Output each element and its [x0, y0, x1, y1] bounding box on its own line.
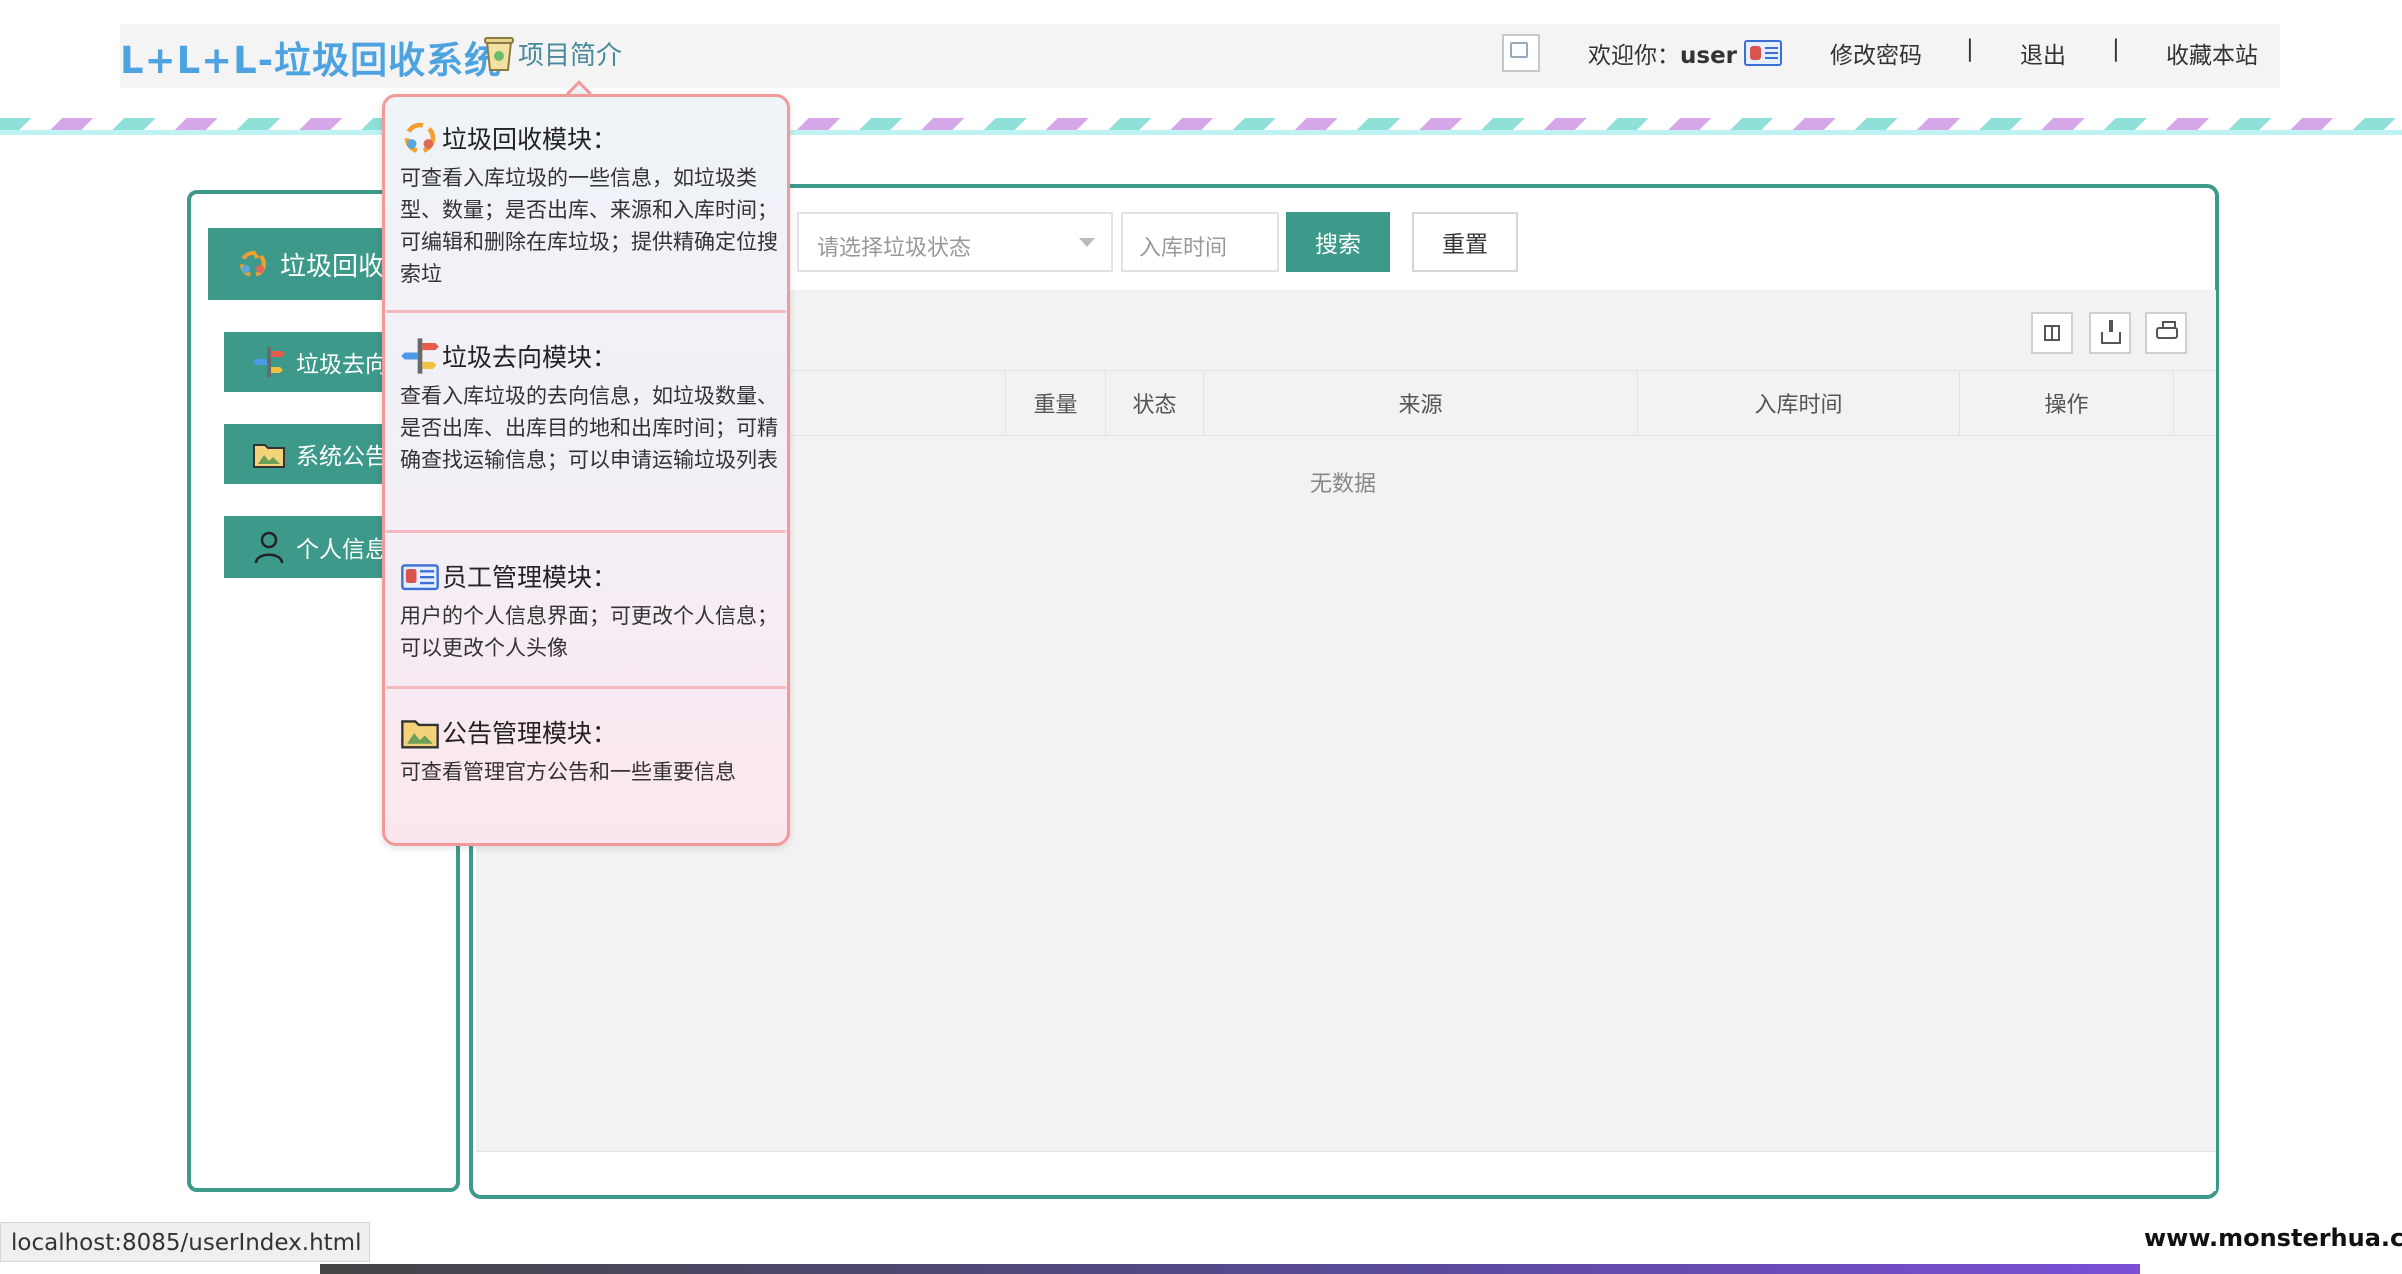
- status-select-placeholder: 请选择垃圾状态: [817, 236, 972, 261]
- bottom-strip: [320, 1264, 2140, 1274]
- column-header-status[interactable]: 状态: [1106, 371, 1204, 435]
- signpost-icon: [401, 338, 439, 374]
- columns-button[interactable]: [2031, 312, 2073, 354]
- popover-section-destination: 垃圾去向模块： 查看入库垃圾的去向信息，如垃圾数量、是否出库、出库目的地和出库时…: [400, 336, 780, 476]
- section-title: 公告管理模块：: [400, 712, 780, 752]
- export-icon: [2101, 320, 2121, 344]
- watermark: www.monsterhua.com: [2144, 1224, 2402, 1252]
- section-description: 用户的个人信息界面；可更改个人信息；可以更改个人头像: [400, 604, 778, 660]
- popover-section-staff: 员工管理模块： 用户的个人信息界面；可更改个人信息；可以更改个人头像: [400, 556, 780, 664]
- app-logo[interactable]: L+L+L-垃圾回收系统: [120, 30, 502, 84]
- search-button[interactable]: 搜索: [1286, 212, 1390, 272]
- sidebar-item-label: 个人信息: [296, 537, 388, 563]
- bookmark-link[interactable]: 收藏本站: [2166, 36, 2258, 70]
- column-header-actions[interactable]: 操作: [1960, 371, 2174, 435]
- status-select[interactable]: 请选择垃圾状态: [797, 212, 1113, 272]
- welcome-text: 欢迎你：user: [1588, 36, 1737, 70]
- section-title: 垃圾去向模块：: [400, 336, 780, 376]
- folder-icon: [253, 444, 285, 468]
- section-title-text: 垃圾回收模块：: [442, 125, 618, 154]
- popover-section-announcement: 公告管理模块： 可查看管理官方公告和一些重要信息: [400, 712, 780, 788]
- reset-button[interactable]: 重置: [1412, 212, 1518, 272]
- header-separator: |: [1966, 36, 1974, 62]
- sidebar-item-label: 垃圾回收: [280, 251, 385, 282]
- chevron-down-icon: [1079, 238, 1095, 247]
- avatar-image: [1502, 34, 1540, 72]
- sidebar-item-label: 系统公告: [296, 444, 388, 470]
- section-title-text: 公告管理模块：: [442, 719, 618, 748]
- print-icon: [2156, 321, 2178, 339]
- columns-icon: [2044, 325, 2060, 341]
- recycle-icon: [240, 250, 266, 277]
- recycle-icon: [404, 122, 436, 154]
- trash-bin-icon: [484, 37, 514, 71]
- section-description: 可查看入库垃圾的一些信息，如垃圾类型、数量；是否出库、来源和入库时间；可编辑和删…: [400, 166, 778, 286]
- section-divider: [386, 310, 786, 313]
- username: user: [1680, 43, 1738, 69]
- column-header-date[interactable]: 入库时间: [1638, 371, 1960, 435]
- section-title-text: 员工管理模块：: [442, 563, 618, 592]
- user-icon: [254, 531, 284, 564]
- section-title: 员工管理模块：: [400, 556, 780, 596]
- app-root: L+L+L-垃圾回收系统 项目简介 欢迎你：user 修改密码 | 退出 | 收…: [0, 0, 2402, 1274]
- section-description: 查看入库垃圾的去向信息，如垃圾数量、是否出库、出库目的地和出库时间；可精确查找运…: [400, 384, 778, 472]
- browser-status-bar: localhost:8085/userIndex.html: [0, 1222, 370, 1262]
- header-separator: |: [2112, 36, 2120, 62]
- section-description: 可查看管理官方公告和一些重要信息: [400, 760, 736, 784]
- section-divider: [386, 530, 786, 533]
- section-title-text: 垃圾去向模块：: [442, 343, 618, 372]
- stripe-divider-line: [0, 130, 2402, 135]
- folder-icon: [401, 720, 439, 749]
- id-card-icon: [401, 564, 439, 591]
- column-header-source[interactable]: 来源: [1204, 371, 1638, 435]
- welcome-label: 欢迎你：: [1588, 43, 1680, 69]
- export-button[interactable]: [2089, 312, 2131, 354]
- popover-section-recycle: 垃圾回收模块： 可查看入库垃圾的一些信息，如垃圾类型、数量；是否出库、来源和入库…: [400, 118, 780, 290]
- id-card-icon: [1744, 40, 1782, 66]
- project-intro-link[interactable]: 项目简介: [484, 34, 622, 72]
- date-input[interactable]: 入库时间: [1121, 212, 1279, 272]
- sidebar-item-label: 垃圾去向: [296, 352, 388, 378]
- section-divider: [386, 686, 786, 689]
- table-footer: [476, 1151, 2216, 1191]
- project-intro-label: 项目简介: [518, 40, 623, 71]
- empty-state-text: 无数据: [1310, 472, 1377, 497]
- section-title: 垃圾回收模块：: [400, 118, 780, 158]
- column-header-weight[interactable]: 重量: [1006, 371, 1106, 435]
- change-password-link[interactable]: 修改密码: [1830, 36, 1922, 70]
- signpost-icon: [253, 347, 285, 377]
- logout-link[interactable]: 退出: [2020, 36, 2066, 70]
- print-button[interactable]: [2145, 312, 2187, 354]
